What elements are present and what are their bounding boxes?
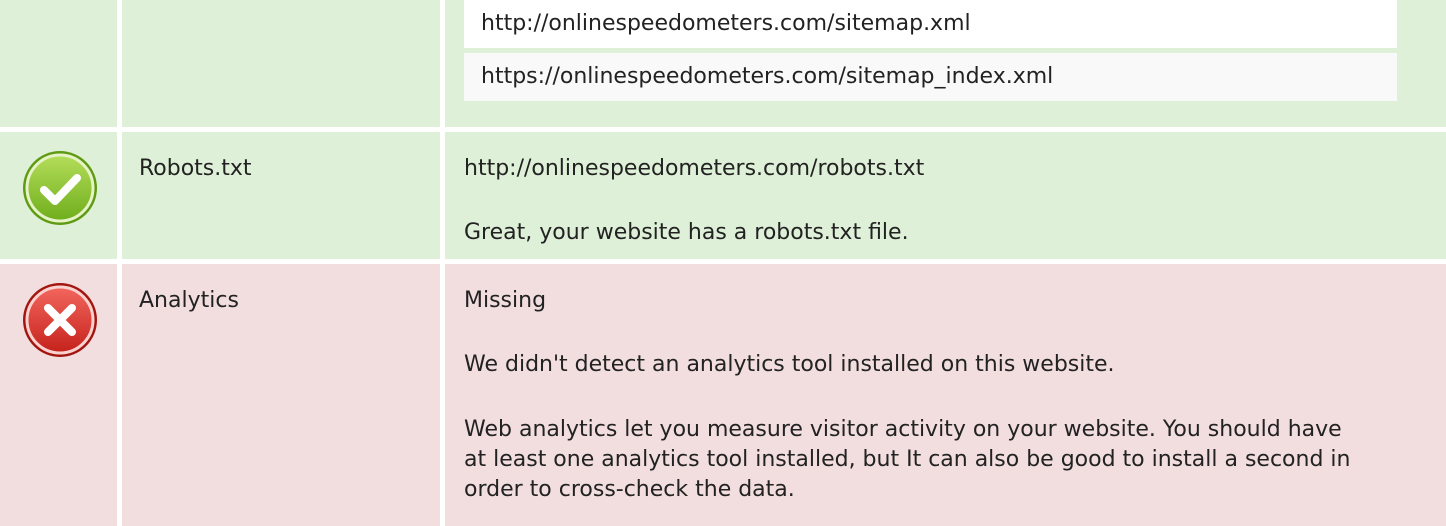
analytics-icon-cell [0, 264, 117, 526]
robots-name-cell: Robots.txt [122, 132, 440, 259]
robots-url[interactable]: http://onlinespeedometers.com/robots.txt [464, 154, 924, 184]
error-icon [23, 283, 97, 357]
analytics-row: Analytics Missing We didn't detect an an… [0, 264, 1446, 526]
check-message: Great, your website has a robots.txt fil… [464, 220, 909, 245]
analytics-detail-cell: Missing We didn't detect an analytics to… [445, 264, 1446, 526]
check-name: Robots.txt [139, 156, 252, 181]
check-description: Web analytics let you measure visitor ac… [464, 417, 1351, 502]
robots-icon-cell [0, 132, 117, 259]
check-icon [23, 151, 97, 225]
robots-detail-cell: http://onlinespeedometers.com/robots.txt… [445, 132, 1446, 259]
sitemap-name-cell [122, 0, 440, 127]
seo-report: http://onlinespeedometers.com/sitemap.xm… [0, 0, 1446, 526]
sitemap-url[interactable]: http://onlinespeedometers.com/sitemap.xm… [481, 9, 971, 39]
robots-row: Robots.txt http://onlinespeedometers.com… [0, 132, 1446, 259]
sitemap-row: http://onlinespeedometers.com/sitemap.xm… [0, 0, 1446, 127]
sitemap-detail-cell: http://onlinespeedometers.com/sitemap.xm… [445, 0, 1446, 127]
analytics-name-cell: Analytics [122, 264, 440, 526]
analytics-status: Missing [464, 288, 547, 313]
sitemap-list-item: http://onlinespeedometers.com/sitemap.xm… [464, 0, 1397, 48]
check-name: Analytics [139, 288, 239, 313]
sitemap-url[interactable]: https://onlinespeedometers.com/sitemap_i… [481, 62, 1053, 92]
sitemap-icon-cell [0, 0, 117, 127]
check-message: We didn't detect an analytics tool insta… [464, 352, 1115, 377]
sitemap-list-item: https://onlinespeedometers.com/sitemap_i… [464, 53, 1397, 101]
